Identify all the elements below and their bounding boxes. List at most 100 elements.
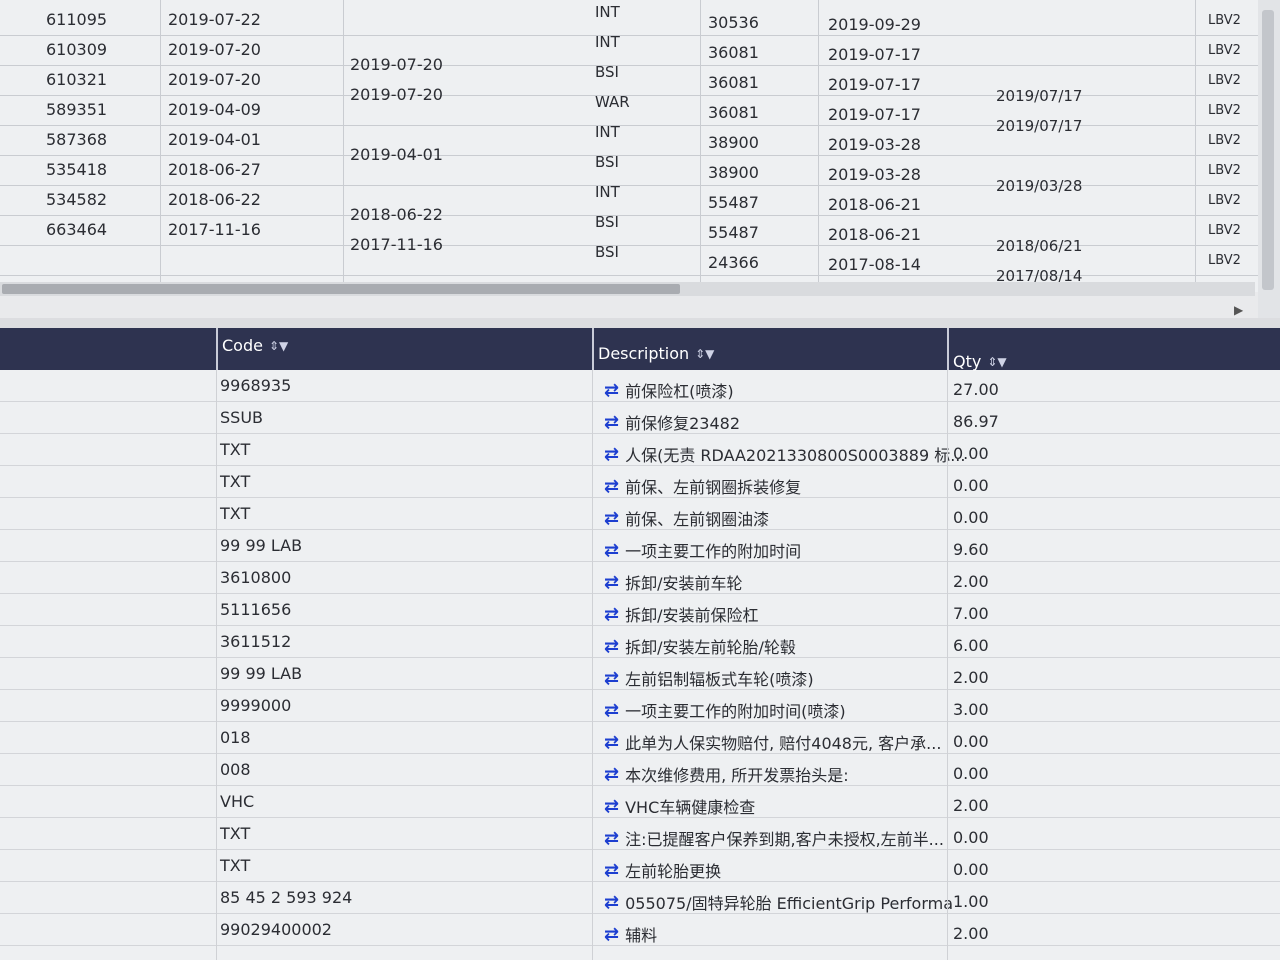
scroll-right-arrow-icon[interactable]: ▶	[1234, 303, 1243, 317]
swap-arrows-icon[interactable]: ⇄	[604, 508, 619, 529]
column-header-description[interactable]: Description ⇕▼	[598, 344, 714, 363]
table-row[interactable]: 610321 2019-07-20 2019-07-20 BSI 36081 2019-0…	[0, 63, 1280, 105]
cell-qty: 0.00	[953, 476, 989, 495]
table-row[interactable]: 5111656 ⇄ 拆卸/安装前保险杠 7.00	[0, 594, 1280, 626]
cell-type: WAR	[595, 93, 630, 111]
swap-arrows-icon[interactable]: ⇄	[604, 540, 619, 561]
cell-num: 38900	[708, 163, 759, 182]
table-row[interactable]: TXT ⇄ 前保、左前钢圈拆装修复 0.00	[0, 466, 1280, 498]
table-row[interactable]: 3610800 ⇄ 拆卸/安装前车轮 2.00	[0, 562, 1280, 594]
cell-type: BSI	[595, 243, 619, 261]
cell-qty: 86.97	[953, 412, 999, 431]
cell-code: 85 45 2 593 924	[220, 888, 353, 907]
swap-arrows-icon[interactable]: ⇄	[604, 572, 619, 593]
cell-num: 36081	[708, 43, 759, 62]
table-row[interactable]: 534582 2018-06-22 2018-06-22 INT 55487 2018-0…	[0, 183, 1280, 224]
sort-filter-icon[interactable]: ⇕▼	[269, 339, 288, 353]
cell-date1: 2019-07-22	[168, 10, 261, 29]
cell-id: 610321	[46, 70, 108, 89]
table-row[interactable]: TXT ⇄ 前保、左前钢圈油漆 0.00	[0, 498, 1280, 530]
table-row[interactable]: 611095 2019-07-22 INT 30536 2019-09-29 LBV2	[0, 3, 1280, 36]
column-divider	[592, 370, 593, 960]
cell-code: 5111656	[220, 600, 292, 619]
swap-arrows-icon[interactable]: ⇄	[604, 924, 619, 945]
cell-description: ⇄ 前保、左前钢圈油漆	[604, 506, 769, 530]
cell-description: ⇄ 此单为人保实物赔付, 赔付4048元, 客户承...	[604, 730, 941, 754]
header-divider	[947, 328, 949, 370]
table-row[interactable]: 587368 2019-04-01 2019-04-01 INT 38900 2019-0…	[0, 123, 1280, 164]
cell-code: 008	[220, 760, 251, 779]
sort-filter-icon[interactable]: ⇕▼	[695, 347, 714, 361]
table-row[interactable]: 99 99 LAB ⇄ 左前铝制辐板式车轮(喷漆) 2.00	[0, 658, 1280, 690]
horizontal-scrollbar[interactable]	[0, 282, 1255, 296]
table-row[interactable]: 535418 2018-06-27 BSI 38900 2019-03-28 2019/0…	[0, 153, 1280, 195]
cell-num: 55487	[708, 223, 759, 242]
cell-description-text: 一项主要工作的附加时间(喷漆)	[625, 702, 846, 721]
swap-arrows-icon[interactable]: ⇄	[604, 412, 619, 433]
cell-qty: 9.60	[953, 540, 989, 559]
swap-arrows-icon[interactable]: ⇄	[604, 604, 619, 625]
column-header-code-label: Code	[222, 336, 263, 355]
table-row[interactable]: SSUB ⇄ 前保修复23482 86.97	[0, 402, 1280, 434]
cell-qty: 0.00	[953, 764, 989, 783]
column-header-qty[interactable]: Qty ⇕▼	[953, 352, 1007, 371]
swap-arrows-icon[interactable]: ⇄	[604, 700, 619, 721]
table-row[interactable]: BSI 24366 2017-08-14 2017/08/14 LBV2	[0, 243, 1280, 285]
table-row[interactable]: 99 99 LAB ⇄ 一项主要工作的附加时间 9.60	[0, 530, 1280, 562]
sort-filter-icon[interactable]: ⇕▼	[987, 355, 1006, 369]
cell-qty: 0.00	[953, 444, 989, 463]
swap-arrows-icon[interactable]: ⇄	[604, 828, 619, 849]
cell-code: TXT	[220, 440, 251, 459]
swap-arrows-icon[interactable]: ⇄	[604, 668, 619, 689]
swap-arrows-icon[interactable]: ⇄	[604, 796, 619, 817]
cell-date3: 2017-08-14	[828, 255, 921, 274]
table-row[interactable]: 018 ⇄ 此单为人保实物赔付, 赔付4048元, 客户承... 0.00	[0, 722, 1280, 754]
cell-description: ⇄ 本次维修费用, 所开发票抬头是:	[604, 762, 849, 786]
table-row[interactable]: VHC ⇄ VHC车辆健康检查 2.00	[0, 786, 1280, 818]
table-row[interactable]: 9968935 ⇄ 前保险杠(喷漆) 27.00	[0, 370, 1280, 402]
table-row[interactable]: 008 ⇄ 本次维修费用, 所开发票抬头是: 0.00	[0, 754, 1280, 786]
cell-qty: 1.00	[953, 892, 989, 911]
cell-qty: 0.00	[953, 732, 989, 751]
swap-arrows-icon[interactable]: ⇄	[604, 380, 619, 401]
column-divider	[343, 0, 344, 292]
cell-date1: 2017-11-16	[168, 220, 261, 239]
table-row[interactable]: TXT ⇄ 人保(无责 RDAA2021330800S0003889 标... 0.0…	[0, 434, 1280, 466]
column-header-qty-label: Qty	[953, 352, 982, 371]
table-row[interactable]: 3611512 ⇄ 拆卸/安装左前轮胎/轮毂 6.00	[0, 626, 1280, 658]
horizontal-scroll-thumb[interactable]	[2, 284, 680, 294]
cell-date1: 2019-07-20	[168, 70, 261, 89]
swap-arrows-icon[interactable]: ⇄	[604, 636, 619, 657]
cell-code: 99 99 LAB	[220, 536, 303, 555]
cell-code: 3611512	[220, 632, 292, 651]
vertical-scroll-thumb[interactable]	[1262, 10, 1274, 290]
table-row[interactable]: 589351 2019-04-09 WAR 36081 2019-07-17 2019/0…	[0, 93, 1280, 135]
swap-arrows-icon[interactable]: ⇄	[604, 860, 619, 881]
table-row[interactable]: 99029400002 ⇄ 辅料 2.00	[0, 914, 1280, 946]
cell-date1: 2019-04-01	[168, 130, 261, 149]
swap-arrows-icon[interactable]: ⇄	[604, 732, 619, 753]
table-row[interactable]: 610309 2019-07-20 2019-07-20 INT 36081 2019-0…	[0, 33, 1280, 74]
swap-arrows-icon[interactable]: ⇄	[604, 764, 619, 785]
table-row[interactable]: 663464 2017-11-16 2017-11-16 BSI 55487 2018-0…	[0, 213, 1280, 255]
table-row[interactable]: 9999000 ⇄ 一项主要工作的附加时间(喷漆) 3.00	[0, 690, 1280, 722]
table-row[interactable]: 85 45 2 593 924 ⇄ 055075/固特异轮胎 EfficientGr…	[0, 882, 1280, 914]
table-row[interactable]: TXT ⇄ 注:已提醒客户保养到期,客户未授权,左前半... 0.00	[0, 818, 1280, 850]
cell-description-text: 本次维修费用, 所开发票抬头是:	[625, 766, 849, 785]
history-table: 611095 2019-07-22 INT 30536 2019-09-29 LBV2 61…	[0, 0, 1280, 292]
cell-id: 663464	[46, 220, 108, 239]
cell-qty: 3.00	[953, 700, 989, 719]
swap-arrows-icon[interactable]: ⇄	[604, 892, 619, 913]
column-header-code[interactable]: Code ⇕▼	[222, 336, 288, 355]
swap-arrows-icon[interactable]: ⇄	[604, 444, 619, 465]
cell-description-text: 前保、左前钢圈拆装修复	[625, 478, 802, 497]
cell-code: 99029400002	[220, 920, 332, 939]
column-divider	[160, 0, 161, 292]
swap-arrows-icon[interactable]: ⇄	[604, 476, 619, 497]
cell-id: 534582	[46, 190, 108, 209]
vertical-scrollbar[interactable]	[1258, 0, 1280, 325]
table-row[interactable]: TXT ⇄ 左前轮胎更换 0.00	[0, 850, 1280, 882]
cell-description: ⇄ 人保(无责 RDAA2021330800S0003889 标...	[604, 442, 965, 466]
cell-code: 9999000	[220, 696, 292, 715]
header-divider	[216, 328, 218, 370]
